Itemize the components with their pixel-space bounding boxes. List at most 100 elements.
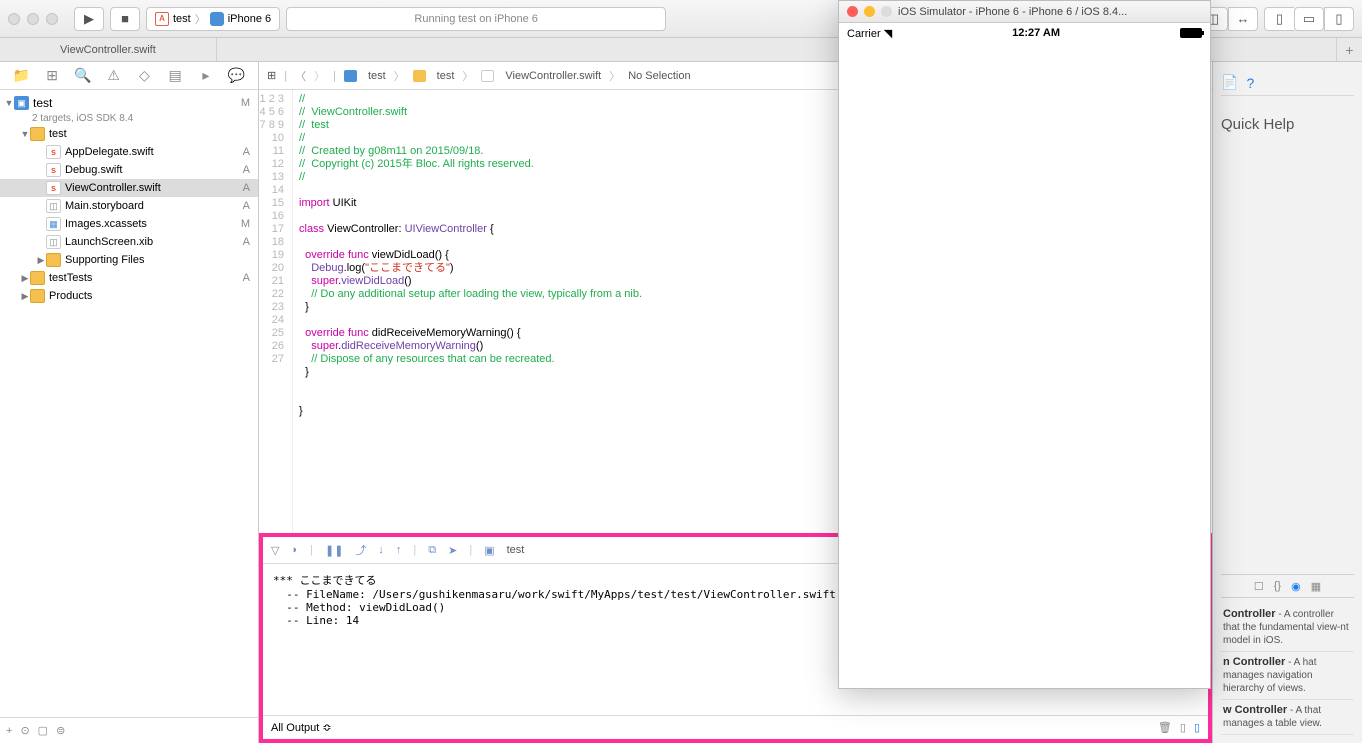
filter-recent-icon[interactable]: ⊙: [20, 724, 29, 737]
inspector-selector: 📄 ?: [1221, 70, 1354, 96]
filter-icon[interactable]: ⊜: [56, 724, 65, 737]
add-icon[interactable]: +: [6, 725, 12, 737]
scheme-device: iPhone 6: [228, 13, 271, 25]
view-debug-icon[interactable]: ⧉: [428, 544, 436, 557]
disclosure-icon[interactable]: ▶: [20, 291, 30, 302]
minimize-icon[interactable]: [27, 13, 39, 25]
step-over-icon[interactable]: ⤴: [355, 542, 366, 558]
toggle-navigator-button[interactable]: ▯: [1264, 7, 1294, 31]
tree-item[interactable]: sViewController.swiftA: [0, 179, 258, 197]
stop-button[interactable]: ■: [110, 7, 140, 31]
window-controls: [8, 13, 58, 25]
xib-icon: ◫: [46, 235, 61, 249]
device-icon: [210, 12, 224, 26]
object-library-icon[interactable]: ◉: [1291, 580, 1301, 593]
library-item[interactable]: n Controller - A hat manages navigation …: [1221, 652, 1354, 700]
time-label: 12:27 AM: [1012, 27, 1060, 39]
simulator-screen[interactable]: [839, 43, 1210, 688]
variables-view-icon[interactable]: ▯: [1180, 721, 1186, 734]
zoom-icon[interactable]: [46, 13, 58, 25]
symbol-navigator-icon[interactable]: ⊞: [43, 67, 61, 84]
breakpoints-icon[interactable]: ◗: [291, 544, 298, 556]
filter-scm-icon[interactable]: ▢: [38, 724, 48, 737]
tree-label: Debug.swift: [65, 164, 122, 176]
sim-close-icon[interactable]: [847, 6, 858, 17]
tree-item[interactable]: ◫Main.storyboardA: [0, 197, 258, 215]
tree-item[interactable]: ◫LaunchScreen.xibA: [0, 233, 258, 251]
media-library-icon[interactable]: ▦: [1311, 580, 1321, 593]
tree-label: Images.xcassets: [65, 218, 147, 230]
folder-icon: [30, 127, 45, 141]
scm-status: M: [241, 97, 250, 109]
location-icon[interactable]: ➤: [448, 544, 457, 557]
process-icon: ▣: [484, 544, 494, 557]
file-template-icon[interactable]: ☐: [1254, 580, 1264, 593]
project-name: test: [33, 98, 52, 109]
test-navigator-icon[interactable]: ◇: [135, 67, 153, 84]
version-editor-button[interactable]: ↔: [1228, 7, 1258, 31]
tree-item[interactable]: ▶Supporting Files: [0, 251, 258, 269]
toggle-inspector-button[interactable]: ▯: [1324, 7, 1354, 31]
code-snippet-icon[interactable]: {}: [1274, 580, 1281, 592]
hide-debug-icon[interactable]: ▽: [271, 544, 279, 557]
project-navigator-icon[interactable]: 📁: [12, 67, 30, 84]
forward-button[interactable]: 〉: [314, 68, 325, 84]
library-item[interactable]: Controller - A controller that the funda…: [1221, 604, 1354, 652]
activity-view: Running test on iPhone 6: [286, 7, 666, 31]
breakpoint-navigator-icon[interactable]: ▸: [197, 67, 215, 84]
disclosure-icon[interactable]: ▶: [20, 273, 30, 284]
tree-item[interactable]: sAppDelegate.swiftA: [0, 143, 258, 161]
inspector-panel: 📄 ? Quick Help ☐ {} ◉ ▦ Controller - A c…: [1212, 62, 1362, 743]
library-panel: ☐ {} ◉ ▦ Controller - A controller that …: [1221, 574, 1354, 735]
debug-target[interactable]: test: [507, 544, 525, 556]
scm-status: A: [243, 236, 250, 248]
related-items-icon[interactable]: ⊞: [267, 69, 276, 82]
trash-icon[interactable]: 🗑: [1158, 721, 1172, 734]
file-inspector-icon[interactable]: 📄: [1221, 74, 1238, 91]
tree-item[interactable]: ▦ Images.xcassets M: [0, 215, 258, 233]
asset-icon: ▦: [46, 217, 61, 231]
ios-simulator-window[interactable]: iOS Simulator - iPhone 6 - iPhone 6 / iO…: [838, 0, 1211, 689]
carrier-label: Carrier: [847, 28, 881, 40]
scm-status: M: [241, 218, 250, 230]
tree-label: testTests: [49, 272, 92, 284]
pause-icon[interactable]: ❚❚: [325, 544, 343, 557]
tree-item[interactable]: ▼test: [0, 125, 258, 143]
tree-label: AppDelegate.swift: [65, 146, 154, 158]
output-filter[interactable]: All Output ≎: [271, 721, 332, 734]
folder-icon: [30, 271, 45, 285]
disclosure-icon[interactable]: ▶: [36, 255, 46, 266]
sim-zoom-icon[interactable]: [881, 6, 892, 17]
step-out-icon[interactable]: ↑: [396, 544, 402, 556]
add-tab-button[interactable]: +: [1336, 38, 1362, 61]
console-view-icon[interactable]: ▯: [1194, 721, 1200, 734]
disclosure-icon[interactable]: ▼: [20, 129, 30, 139]
find-navigator-icon[interactable]: 🔍: [74, 67, 92, 84]
sim-minimize-icon[interactable]: [864, 6, 875, 17]
tab-viewcontroller[interactable]: ViewController.swift: [0, 38, 217, 61]
library-item[interactable]: w Controller - A that manages a table vi…: [1221, 700, 1354, 735]
debug-footer: All Output ≎ 🗑 ▯ ▯: [263, 715, 1208, 739]
back-button[interactable]: 〈: [295, 68, 306, 84]
simulator-titlebar[interactable]: iOS Simulator - iPhone 6 - iPhone 6 / iO…: [839, 1, 1210, 23]
debug-navigator-icon[interactable]: ▤: [166, 67, 184, 84]
quick-help-icon[interactable]: ?: [1246, 75, 1254, 91]
report-navigator-icon[interactable]: 💬: [228, 67, 246, 84]
run-button[interactable]: ▶: [74, 7, 104, 31]
navigator-filter-bar: + ⊙ ▢ ⊜: [0, 717, 258, 743]
tree-label: ViewController.swift: [65, 182, 161, 194]
close-icon[interactable]: [8, 13, 20, 25]
tree-item[interactable]: sDebug.swiftA: [0, 161, 258, 179]
project-icon: ▣: [14, 96, 29, 110]
tree-item[interactable]: ▶testTestsA: [0, 269, 258, 287]
tree-subtitle: 2 targets, iOS SDK 8.4: [0, 112, 258, 125]
tree-project-root[interactable]: ▼ ▣ test M: [0, 94, 258, 112]
issue-navigator-icon[interactable]: ⚠: [105, 67, 123, 84]
project-icon: [344, 70, 357, 82]
scheme-selector[interactable]: A test 〉 iPhone 6: [146, 7, 280, 31]
disclosure-icon[interactable]: ▼: [4, 98, 14, 108]
tree-label: Products: [49, 290, 92, 302]
tree-item[interactable]: ▶ Products: [0, 287, 258, 305]
toggle-debug-button[interactable]: ▭: [1294, 7, 1324, 31]
step-into-icon[interactable]: ↓: [378, 544, 384, 556]
